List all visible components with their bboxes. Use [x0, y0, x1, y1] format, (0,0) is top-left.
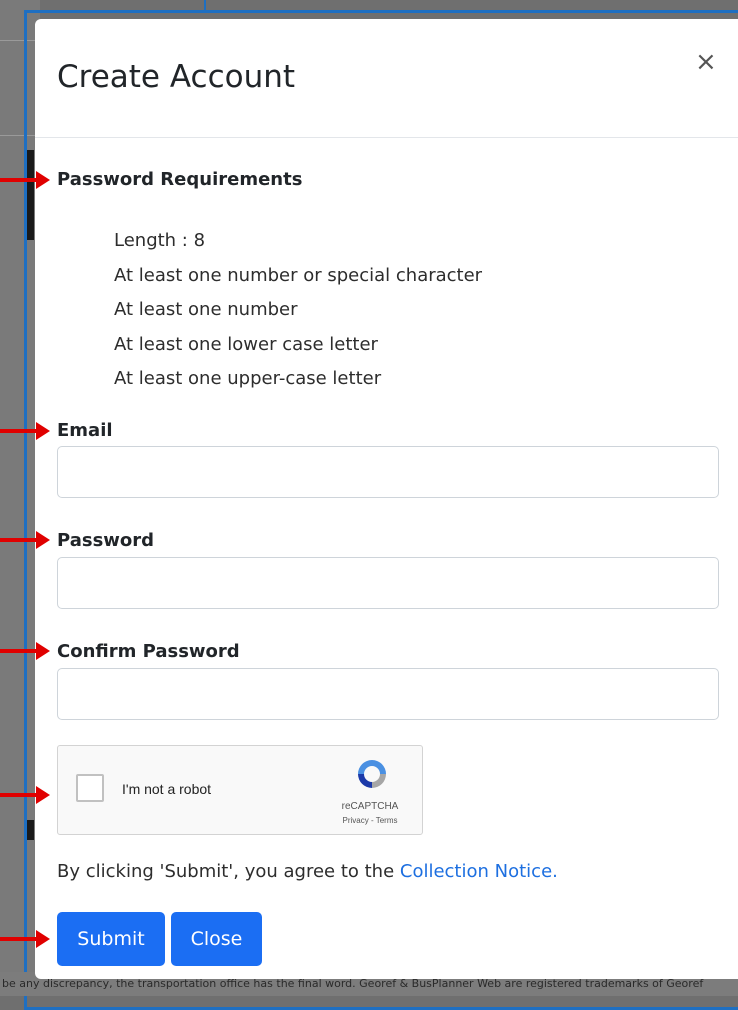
recaptcha-label: I'm not a robot	[122, 781, 212, 797]
annotation-arrow-icon	[0, 531, 50, 549]
annotation-arrow-icon	[0, 171, 50, 189]
annotation-arrow-icon	[0, 930, 50, 948]
requirement-item: At least one number	[114, 299, 298, 320]
modal-header: Create Account ×	[35, 19, 738, 138]
confirm-password-field[interactable]	[57, 668, 719, 720]
annotation-arrow-icon	[0, 642, 50, 660]
annotation-arrow-icon	[0, 422, 50, 440]
close-button[interactable]: Close	[171, 912, 262, 966]
annotation-arrow-icon	[0, 786, 50, 804]
requirement-item: Length : 8	[114, 230, 206, 251]
password-requirements-list: Length : 8 At least one number or specia…	[114, 224, 482, 397]
password-label: Password	[57, 530, 155, 551]
modal-title: Create Account	[57, 59, 296, 95]
requirement-item: At least one upper-case letter	[114, 368, 382, 389]
requirement-item: At least one number or special character	[114, 264, 483, 286]
requirement-item: At least one lower case letter	[114, 333, 378, 355]
submit-button[interactable]: Submit	[57, 912, 165, 966]
collection-notice-link[interactable]: Collection Notice.	[400, 861, 558, 882]
confirm-password-label: Confirm Password	[57, 641, 240, 662]
create-account-modal: Create Account × Password Requirements L…	[35, 19, 738, 979]
recaptcha-logo-icon	[358, 760, 386, 788]
recaptcha-brand: reCAPTCHA	[341, 801, 399, 812]
recaptcha-privacy-terms-link[interactable]: Privacy - Terms	[320, 816, 420, 825]
notice-text: By clicking 'Submit', you agree to the	[57, 861, 400, 882]
email-field[interactable]	[57, 446, 719, 498]
recaptcha-checkbox[interactable]	[76, 774, 104, 802]
password-field[interactable]	[57, 557, 719, 609]
close-icon[interactable]: ×	[695, 49, 717, 75]
password-requirements-heading: Password Requirements	[57, 169, 303, 190]
email-label: Email	[57, 420, 113, 441]
collection-notice-text: By clicking 'Submit', you agree to the C…	[57, 861, 558, 882]
recaptcha-widget: I'm not a robot reCAPTCHA Privacy - Term…	[57, 745, 423, 835]
